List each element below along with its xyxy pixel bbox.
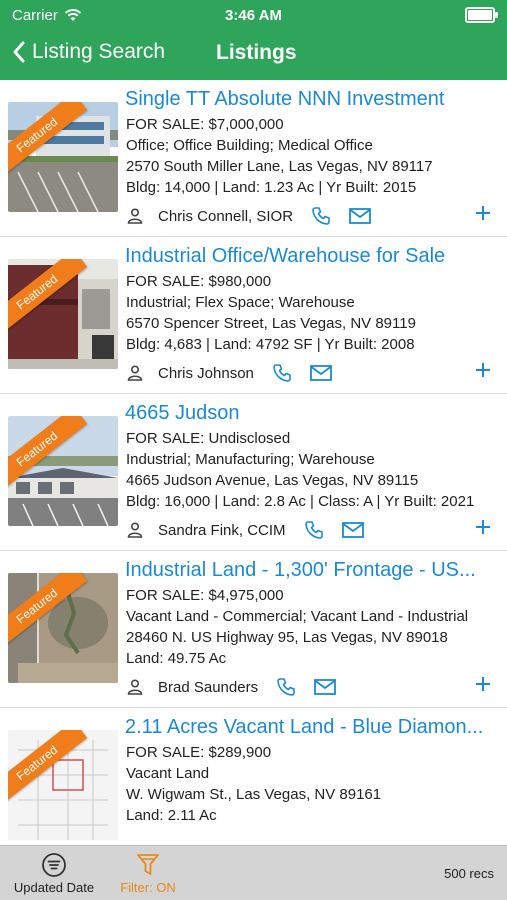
listing-price: FOR SALE: $7,000,000: [126, 116, 284, 133]
add-button[interactable]: [474, 518, 492, 536]
call-button[interactable]: [276, 677, 296, 697]
listing-address: 2570 South Miller Lane, Las Vegas, NV 89…: [126, 158, 433, 175]
listing-price: FOR SALE: Undisclosed: [126, 430, 291, 447]
person-icon: [127, 365, 143, 381]
sort-button[interactable]: Updated Date: [12, 852, 96, 895]
listing-address: 28460 N. US Highway 95, Las Vegas, NV 89…: [126, 629, 448, 646]
listing-price: FOR SALE: $289,900: [126, 744, 272, 761]
email-button[interactable]: [341, 522, 364, 538]
listing-item[interactable]: Featured Single TT Absolute NNN Investme…: [0, 80, 507, 237]
agent-name: Chris Connell, SIOR: [158, 207, 294, 225]
app-header: Carrier 3:46 AM Listing Search Listings: [0, 0, 507, 80]
plus-icon: [476, 677, 490, 691]
listing-thumbnail[interactable]: Featured: [8, 259, 118, 369]
listing-details: Bldg: 14,000 | Land: 1.23 Ac | Yr Built:…: [126, 179, 417, 196]
listing-types: Industrial; Flex Space; Warehouse: [126, 294, 355, 311]
call-button[interactable]: [311, 206, 331, 226]
agent-name: Brad Saunders: [158, 678, 259, 696]
listing-title[interactable]: 4665 Judson: [125, 402, 495, 425]
agent-row: Sandra Fink, CCIM: [126, 518, 496, 542]
phone-icon: [312, 207, 330, 225]
listing-types: Industrial; Manufacturing; Warehouse: [126, 451, 375, 468]
person-icon: [127, 522, 143, 538]
listing-title[interactable]: Industrial Land - 1,300' Frontage - US..…: [125, 559, 495, 582]
back-button[interactable]: Listing Search: [12, 40, 165, 64]
phone-icon: [304, 521, 323, 539]
phone-icon: [273, 364, 291, 382]
listing-address: 6570 Spencer Street, Las Vegas, NV 89119: [126, 315, 416, 332]
listing-item[interactable]: Featured 4665 Judson FOR SALE: Undisclos…: [0, 394, 507, 551]
add-button[interactable]: [474, 361, 492, 379]
agent-row: Chris Connell, SIOR: [126, 204, 496, 228]
record-count: 500 recs: [444, 866, 494, 881]
listing-thumbnail[interactable]: Featured: [8, 573, 118, 683]
listings-list[interactable]: Featured Single TT Absolute NNN Investme…: [0, 80, 507, 845]
listing-details: Bldg: 16,000 | Land: 2.8 Ac | Class: A |…: [126, 493, 475, 510]
add-button[interactable]: [474, 675, 492, 693]
person-icon: [127, 679, 143, 695]
bottom-toolbar: Updated Date Filter: ON 500 recs: [0, 845, 507, 900]
mail-icon: [314, 679, 336, 695]
listing-types: Vacant Land - Commercial; Vacant Land - …: [126, 608, 469, 625]
listing-title[interactable]: Single TT Absolute NNN Investment: [125, 88, 495, 111]
listing-item[interactable]: Featured Industrial Office/Warehouse for…: [0, 237, 507, 394]
filter-label: Filter: ON: [120, 880, 176, 895]
person-icon: [127, 208, 143, 224]
sort-icon: [42, 853, 66, 877]
chevron-left-icon: [13, 41, 25, 63]
call-button[interactable]: [272, 363, 292, 383]
listing-title[interactable]: 2.11 Acres Vacant Land - Blue Diamon...: [125, 716, 495, 739]
back-label: Listing Search: [32, 40, 166, 63]
phone-icon: [277, 678, 295, 696]
filter-button[interactable]: Filter: ON: [118, 852, 178, 895]
sort-label: Updated Date: [13, 880, 95, 895]
listing-thumbnail[interactable]: Featured: [8, 102, 118, 212]
listing-item[interactable]: Featured 2.11 Acres Vacant Land - Blue D…: [0, 708, 507, 845]
listing-price: FOR SALE: $4,975,000: [126, 587, 284, 604]
agent-name: Chris Johnson: [158, 364, 254, 382]
status-time: 3:46 AM: [225, 6, 282, 24]
agent-row: Brad Saunders: [126, 675, 496, 699]
call-button[interactable]: [304, 520, 324, 540]
status-bar: Carrier 3:46 AM: [0, 0, 507, 30]
listing-types: Vacant Land: [126, 765, 210, 782]
plus-icon: [476, 520, 490, 534]
listing-details: Land: 49.75 Ac: [126, 650, 227, 667]
listing-details: Land: 2.11 Ac: [126, 807, 217, 824]
listing-thumbnail[interactable]: Featured: [8, 730, 118, 840]
listing-address: 4665 Judson Avenue, Las Vegas, NV 89115: [126, 472, 419, 489]
email-button[interactable]: [349, 208, 371, 224]
plus-icon: [476, 363, 490, 377]
plus-icon: [476, 206, 490, 220]
battery-icon: [465, 7, 498, 23]
listing-address: W. Wigwam St., Las Vegas, NV 89161: [126, 786, 382, 803]
listing-types: Office; Office Building; Medical Office: [126, 137, 373, 154]
email-button[interactable]: [309, 365, 332, 381]
listing-title[interactable]: Industrial Office/Warehouse for Sale: [125, 245, 495, 268]
listing-thumbnail[interactable]: Featured: [8, 416, 118, 526]
listing-details: Bldg: 4,683 | Land: 4792 SF | Yr Built: …: [126, 336, 415, 353]
listing-item[interactable]: Featured Industrial Land - 1,300' Fronta…: [0, 551, 507, 708]
mail-icon: [341, 522, 364, 538]
filter-icon: [137, 854, 159, 875]
email-button[interactable]: [314, 679, 336, 695]
add-button[interactable]: [474, 204, 492, 222]
mail-icon: [309, 365, 332, 381]
mail-icon: [349, 208, 371, 224]
page-title: Listings: [216, 41, 297, 64]
agent-name: Sandra Fink, CCIM: [158, 521, 286, 539]
listing-price: FOR SALE: $980,000: [126, 273, 272, 290]
agent-row: Chris Johnson: [126, 361, 496, 385]
nav-bar: Listing Search Listings: [0, 30, 507, 80]
